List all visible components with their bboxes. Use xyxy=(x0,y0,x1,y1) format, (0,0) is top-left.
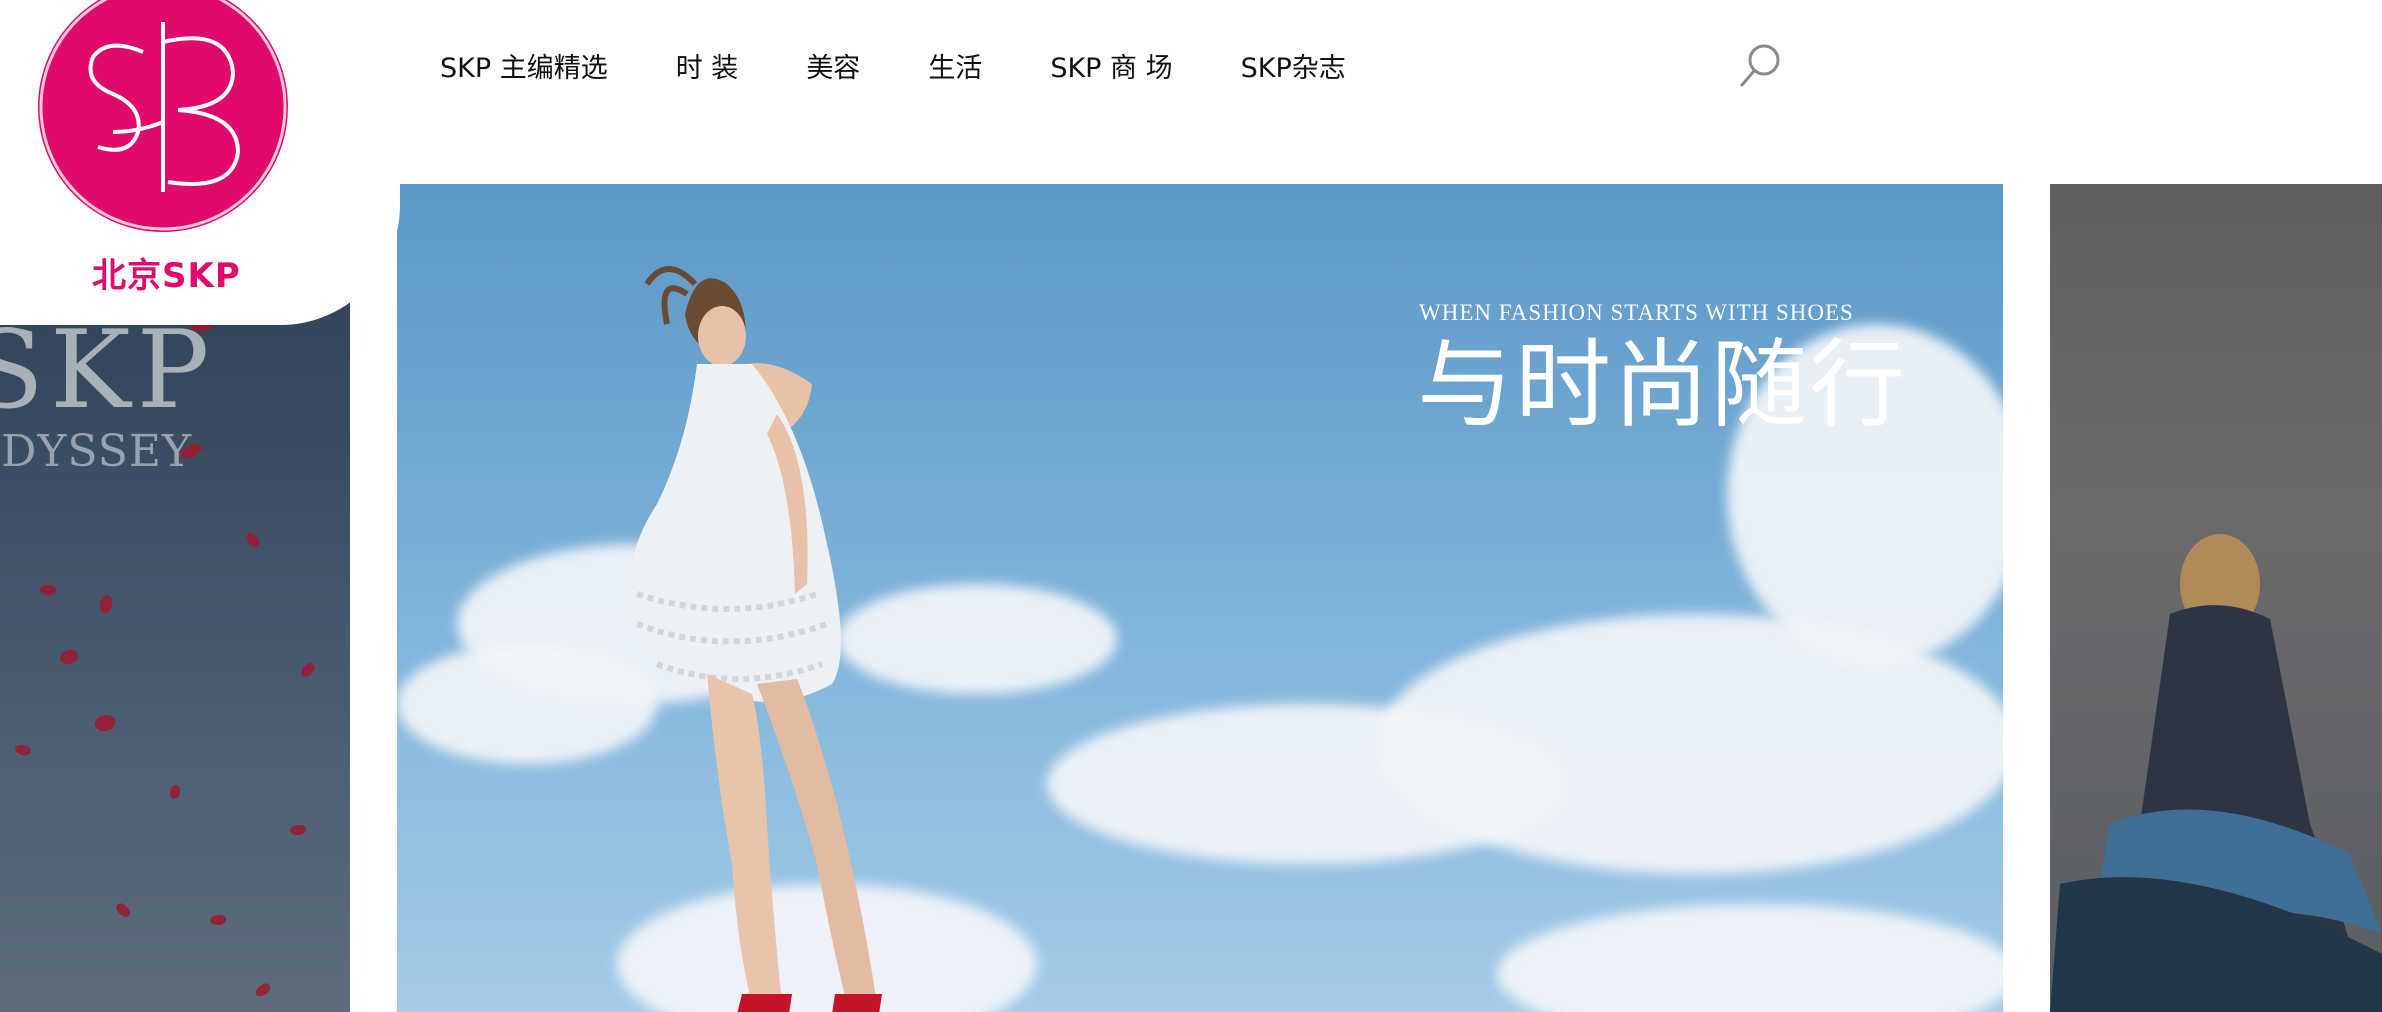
petal xyxy=(39,583,57,597)
skp-monogram-icon xyxy=(39,0,287,231)
carousel-next-slide[interactable] xyxy=(2050,184,2382,1012)
nav-item-lifestyle[interactable]: 生活 xyxy=(928,46,982,85)
model-figure xyxy=(2050,534,2382,1012)
petal xyxy=(114,900,132,920)
nav-item-fashion[interactable]: 时 装 xyxy=(676,46,739,85)
nav-item-skp-magazine[interactable]: SKP杂志 xyxy=(1241,46,1346,85)
search-icon xyxy=(1740,44,1780,87)
hero-title: 与时尚随行 xyxy=(1417,329,1907,441)
hero-subtitle: WHEN FASHION STARTS WITH SHOES xyxy=(1419,300,1854,325)
logo-text[interactable]: 北京SKP xyxy=(92,248,241,297)
skp-logo-mark[interactable] xyxy=(38,0,288,232)
petal xyxy=(60,650,78,664)
prev-slide-title: SKP xyxy=(0,308,216,433)
prev-slide-subtitle: ODYSSEY xyxy=(0,426,193,477)
cloud xyxy=(1497,904,2003,1012)
petal xyxy=(244,530,262,550)
petal xyxy=(13,742,33,758)
petal xyxy=(290,825,306,835)
petal xyxy=(170,785,180,799)
model-figure xyxy=(630,266,882,1012)
nav-item-editors-picks[interactable]: SKP 主编精选 xyxy=(440,46,608,85)
petal xyxy=(298,661,318,679)
search-button[interactable] xyxy=(1736,40,1784,90)
carousel-current-slide[interactable]: WHEN FASHION STARTS WITH SHOES 与时尚随行 xyxy=(397,184,2003,1012)
petal xyxy=(100,595,112,613)
petal xyxy=(253,981,273,999)
main-nav: SKP 主编精选 时 装 美容 生活 SKP 商 场 SKP杂志 xyxy=(440,46,1414,85)
petal xyxy=(210,915,226,925)
nav-item-skp-mall[interactable]: SKP 商 场 xyxy=(1050,46,1172,85)
petal xyxy=(95,715,115,731)
nav-item-beauty[interactable]: 美容 xyxy=(806,46,860,85)
